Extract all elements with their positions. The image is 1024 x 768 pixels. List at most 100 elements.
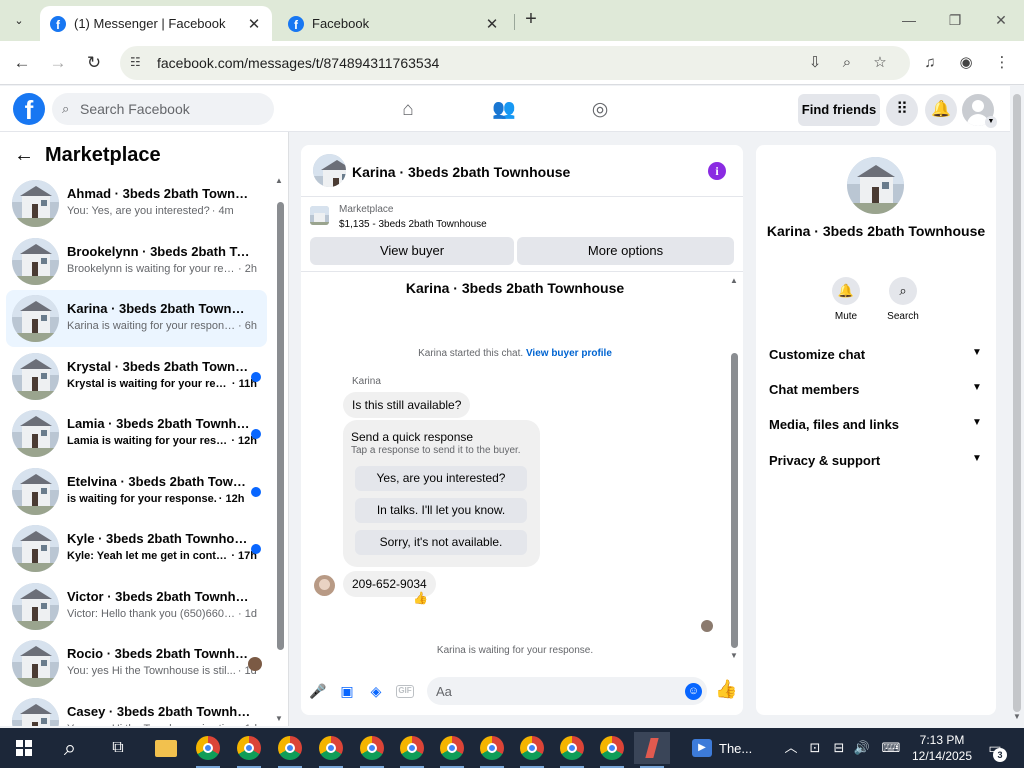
media-files-links-section[interactable]: Media, files and links ▼ — [769, 415, 984, 435]
gif-icon[interactable]: GIF — [396, 685, 414, 698]
restore-button[interactable]: ❐ — [943, 8, 967, 32]
tab-facebook[interactable]: f Facebook ✕ — [278, 6, 510, 41]
chrome-taskbar-icon[interactable] — [231, 732, 267, 768]
close-window-button[interactable]: ✕ — [989, 8, 1013, 32]
chrome-taskbar-icon[interactable] — [313, 732, 349, 768]
quick-response-option[interactable]: Yes, are you interested? — [355, 466, 527, 491]
back-arrow-icon[interactable]: ← — [14, 144, 36, 167]
home-icon[interactable]: ⌂ — [394, 96, 422, 124]
thumbs-up-reaction-icon[interactable]: 👍 — [413, 591, 428, 605]
chat-title[interactable]: Karina · 3beds 2bath Townhouse — [352, 164, 570, 180]
menu-grid-icon[interactable]: ⠿ — [886, 94, 918, 126]
reload-button[interactable]: ↻ — [82, 51, 106, 75]
scroll-down-icon[interactable]: ▼ — [1013, 712, 1021, 721]
view-buyer-profile-link[interactable]: View buyer profile — [526, 348, 612, 359]
chrome-taskbar-icon[interactable] — [474, 732, 510, 768]
listing-thumbnail[interactable] — [310, 206, 329, 225]
scroll-up-icon[interactable]: ▲ — [275, 176, 283, 185]
conversation-item[interactable]: Krystal · 3beds 2bath Townho... Krystal i… — [6, 348, 267, 405]
facebook-logo-icon[interactable]: f — [13, 93, 45, 125]
privacy-support-section[interactable]: Privacy & support ▼ — [769, 451, 984, 471]
install-app-icon[interactable]: ⇩ — [804, 52, 826, 74]
emoji-icon[interactable]: ☺ — [685, 683, 702, 700]
page-scroll-thumb[interactable] — [1013, 94, 1021, 712]
message-bubble[interactable]: Is this still available? — [343, 392, 471, 418]
back-button[interactable]: ← — [10, 51, 34, 75]
start-button[interactable] — [6, 732, 42, 764]
quick-response-option[interactable]: Sorry, it's not available. — [355, 530, 527, 555]
volume-icon[interactable]: 🔊 — [853, 738, 871, 758]
scroll-down-icon[interactable]: ▼ — [275, 714, 283, 723]
chat-scrollbar[interactable] — [731, 353, 738, 648]
facebook-search[interactable]: ⌕ — [52, 93, 274, 125]
forward-button[interactable]: → — [46, 51, 70, 75]
file-explorer-icon[interactable] — [148, 732, 184, 764]
bell-icon[interactable]: 🔔 — [925, 94, 957, 126]
new-tab-button[interactable]: + — [520, 8, 542, 32]
site-info-icon[interactable]: ☷ — [130, 55, 146, 71]
active-app-taskbar-icon[interactable] — [634, 732, 670, 768]
close-tab-icon[interactable]: ✕ — [246, 15, 262, 33]
message-input[interactable] — [436, 677, 676, 705]
kebab-menu-icon[interactable]: ⋮ — [990, 51, 1014, 75]
chrome-taskbar-icon[interactable] — [594, 732, 630, 768]
sidebar-scrollbar[interactable] — [277, 202, 284, 650]
listing-avatar[interactable] — [313, 154, 346, 187]
chat-members-section[interactable]: Chat members ▼ — [769, 380, 984, 400]
groups-icon[interactable]: ◎ — [586, 96, 614, 124]
chrome-taskbar-icon[interactable] — [272, 732, 308, 768]
conversation-item[interactable]: Kyle · 3beds 2bath Townhouse Kyle: Yeah l… — [6, 520, 267, 577]
thumbs-up-send-icon[interactable]: 👍 — [715, 678, 737, 700]
mute-button[interactable]: 🔔 Mute — [821, 277, 871, 322]
video-app-taskbar-button[interactable]: ▶ The... — [692, 732, 772, 764]
chevron-up-icon[interactable]: ︿ — [782, 738, 800, 758]
url-text[interactable]: facebook.com/messages/t/874894311763534 — [157, 55, 439, 71]
profile-icon[interactable]: ◉ — [954, 51, 978, 75]
bookmark-star-icon[interactable]: ☆ — [869, 52, 891, 74]
scroll-down-icon[interactable]: ▼ — [730, 651, 738, 660]
photo-icon[interactable]: ▣ — [338, 682, 356, 700]
chrome-taskbar-icon[interactable] — [554, 732, 590, 768]
address-bar[interactable]: ☷ facebook.com/messages/t/87489431176353… — [120, 46, 910, 80]
scroll-up-icon[interactable]: ▲ — [730, 276, 738, 285]
conversation-item[interactable]: Lamia · 3beds 2bath Townhouse Lamia is wa… — [6, 405, 267, 462]
conversation-item[interactable]: Casey · 3beds 2bath Townhouse You: yes Hi… — [6, 693, 267, 726]
chrome-taskbar-icon[interactable] — [354, 732, 390, 768]
tab-search-button[interactable]: ⌄ — [6, 8, 32, 32]
chrome-taskbar-icon[interactable] — [434, 732, 470, 768]
close-tab-icon[interactable]: ✕ — [484, 15, 500, 33]
chrome-taskbar-icon[interactable] — [394, 732, 430, 768]
chevron-down-icon[interactable]: ▼ — [985, 116, 997, 128]
listing-avatar-large[interactable] — [847, 157, 904, 214]
conversation-item[interactable]: Rocio · 3beds 2bath Townhou... You: yes H… — [6, 635, 267, 692]
view-buyer-button[interactable]: View buyer — [310, 237, 514, 265]
conversation-item[interactable]: Ahmad · 3beds 2bath Townhouse You: Yes, a… — [6, 175, 267, 232]
friends-icon[interactable]: 👥 — [490, 96, 518, 124]
conversation-item[interactable]: Karina · 3beds 2bath Townhouse Karina is … — [6, 290, 267, 347]
find-friends-button[interactable]: Find friends — [798, 94, 880, 126]
camera-icon[interactable]: ⊡ — [806, 738, 824, 758]
search-input[interactable] — [80, 93, 270, 125]
tab-messenger[interactable]: f (1) Messenger | Facebook ✕ — [40, 6, 272, 41]
chrome-taskbar-icon[interactable] — [190, 732, 226, 768]
search-taskbar-icon[interactable]: ⌕ — [52, 732, 88, 764]
conversation-item[interactable]: Victor · 3beds 2bath Townhouse Victor: He… — [6, 578, 267, 635]
conversation-item[interactable]: Brookelynn · 3beds 2bath Town... Brookely… — [6, 233, 267, 290]
sender-avatar[interactable] — [314, 575, 335, 596]
keyboard-icon[interactable]: ⌨ — [878, 738, 904, 758]
quick-response-option[interactable]: In talks. I'll let you know. — [355, 498, 527, 523]
microphone-icon[interactable]: 🎤 — [309, 682, 327, 700]
system-clock[interactable]: 7:13 PM 12/14/2025 — [910, 732, 974, 764]
task-view-icon[interactable]: ⧉ — [100, 732, 136, 764]
minimize-button[interactable]: — — [897, 8, 921, 32]
search-button[interactable]: ⌕ Search — [878, 277, 928, 322]
zoom-icon[interactable]: ⌕ — [836, 52, 858, 74]
listing-price-title[interactable]: $1,135 - 3beds 2bath Townhouse — [339, 219, 487, 230]
conversation-item[interactable]: Etelvina · 3beds 2bath Townh... is waitin… — [6, 463, 267, 520]
chrome-taskbar-icon[interactable] — [514, 732, 550, 768]
page-scrollbar[interactable]: ▼ — [1010, 86, 1024, 726]
network-icon[interactable]: ⊟ — [830, 738, 848, 758]
customize-chat-section[interactable]: Customize chat ▼ — [769, 345, 984, 365]
media-control-icon[interactable]: ♫ — [918, 51, 942, 75]
more-options-button[interactable]: More options — [517, 237, 734, 265]
